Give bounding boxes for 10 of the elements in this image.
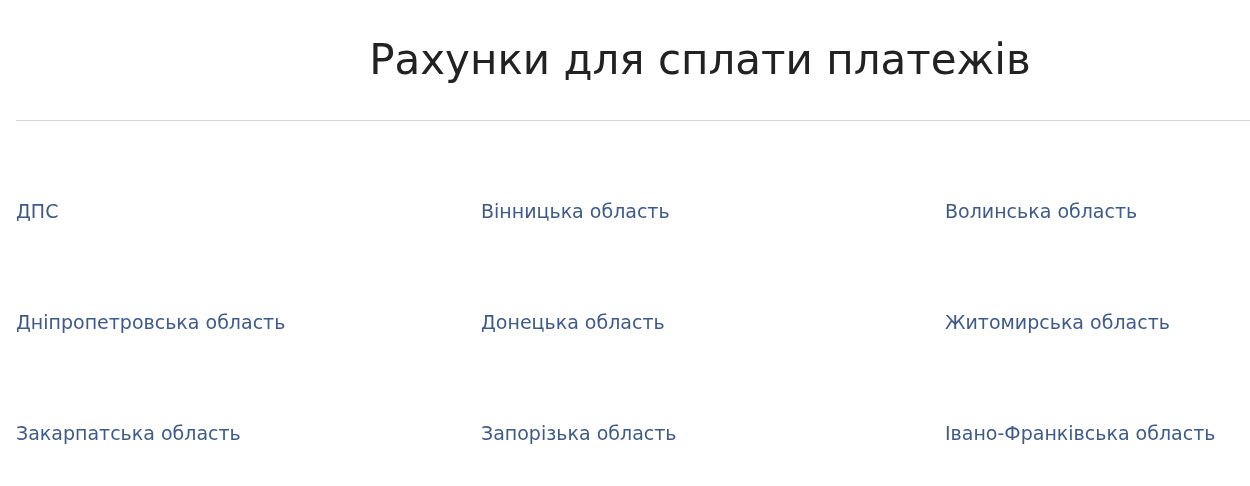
region-link[interactable]: Донецька область — [481, 310, 665, 334]
page-title: Рахунки для сплати платежів — [368, 34, 1032, 86]
region-link[interactable]: Закарпатська область — [16, 421, 241, 445]
region-link[interactable]: Житомирська область — [945, 310, 1170, 334]
region-link[interactable]: Дніпропетровська область — [16, 310, 286, 334]
region-link[interactable]: Запорізька область — [481, 421, 677, 445]
region-link[interactable]: Івано-Франківська область — [945, 421, 1216, 445]
region-link[interactable]: ДПС — [16, 199, 59, 223]
region-link[interactable]: Вінницька область — [481, 199, 670, 223]
region-link[interactable]: Волинська область — [945, 199, 1138, 223]
